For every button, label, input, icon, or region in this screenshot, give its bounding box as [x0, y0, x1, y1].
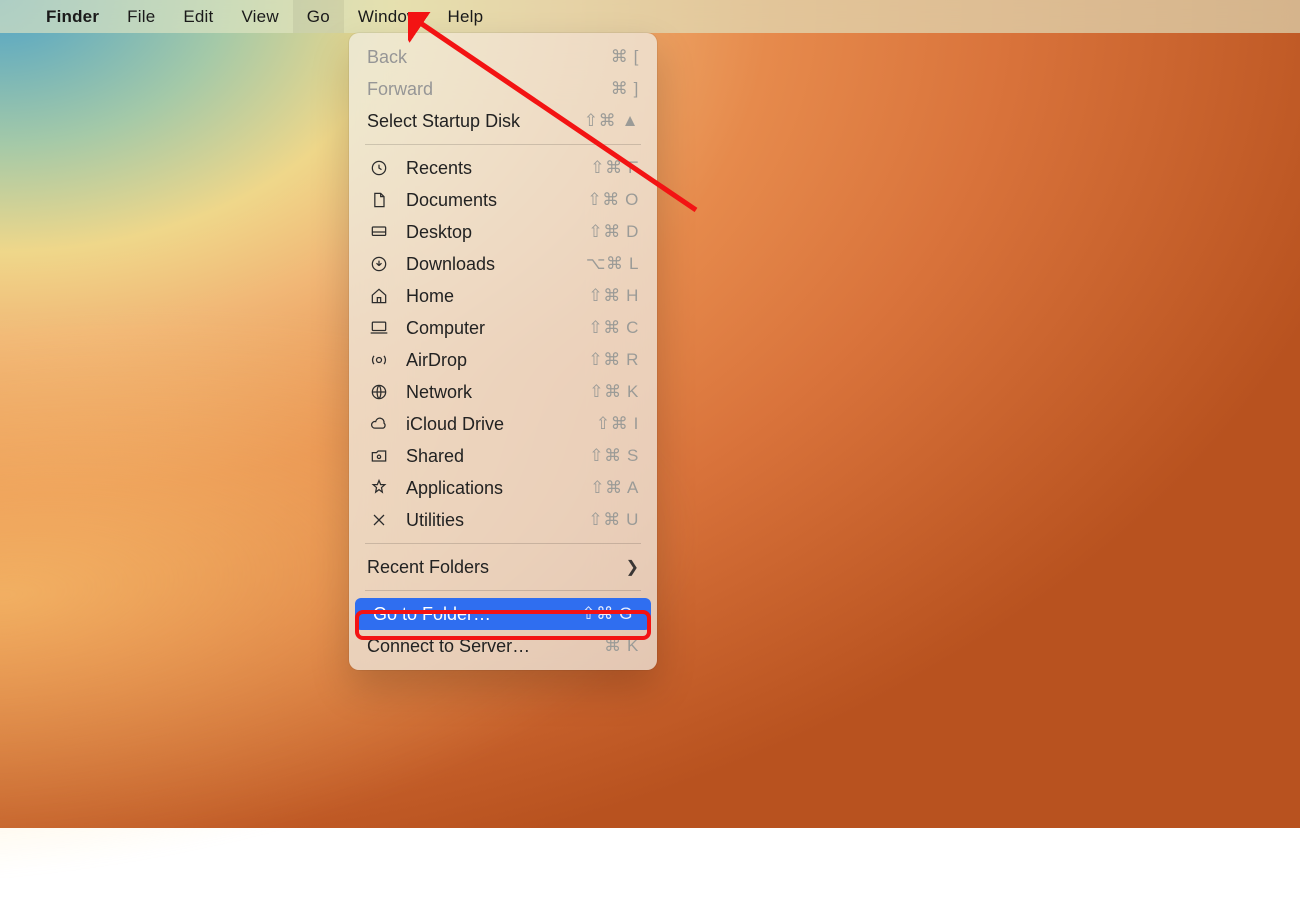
menu-help[interactable]: Help	[434, 0, 498, 33]
menu-item-connect-to-server[interactable]: Connect to Server… ⌘ K	[349, 630, 657, 662]
menu-item-forward: Forward ⌘ ]	[349, 73, 657, 105]
menu-item-documents[interactable]: Documents ⇧⌘ O	[349, 184, 657, 216]
utilities-icon	[367, 510, 391, 530]
menu-item-applications[interactable]: Applications ⇧⌘ A	[349, 472, 657, 504]
clock-icon	[367, 158, 391, 178]
document-icon	[367, 190, 391, 210]
cloud-icon	[367, 414, 391, 434]
desktop-icon	[367, 222, 391, 242]
menu-separator	[365, 543, 641, 544]
menu-item-network[interactable]: Network ⇧⌘ K	[349, 376, 657, 408]
menu-window[interactable]: Window	[344, 0, 434, 33]
menu-item-back: Back ⌘ [	[349, 41, 657, 73]
menu-view[interactable]: View	[227, 0, 292, 33]
go-menu-dropdown: Back ⌘ [ Forward ⌘ ] Select Startup Disk…	[349, 33, 657, 670]
download-icon	[367, 254, 391, 274]
shared-folder-icon	[367, 446, 391, 466]
computer-icon	[367, 318, 391, 338]
menu-item-home[interactable]: Home ⇧⌘ H	[349, 280, 657, 312]
menu-separator	[365, 590, 641, 591]
menu-item-airdrop[interactable]: AirDrop ⇧⌘ R	[349, 344, 657, 376]
menu-item-computer[interactable]: Computer ⇧⌘ C	[349, 312, 657, 344]
home-icon	[367, 286, 391, 306]
menu-bar: Finder File Edit View Go Window Help	[0, 0, 1300, 33]
menu-item-desktop[interactable]: Desktop ⇧⌘ D	[349, 216, 657, 248]
menu-edit[interactable]: Edit	[169, 0, 227, 33]
menu-item-shared[interactable]: Shared ⇧⌘ S	[349, 440, 657, 472]
airdrop-icon	[367, 350, 391, 370]
applications-icon	[367, 478, 391, 498]
menu-go[interactable]: Go	[293, 0, 344, 33]
network-icon	[367, 382, 391, 402]
menu-file[interactable]: File	[113, 0, 169, 33]
menu-item-select-startup-disk[interactable]: Select Startup Disk ⇧⌘ ▲	[349, 105, 657, 137]
menu-item-downloads[interactable]: Downloads ⌥⌘ L	[349, 248, 657, 280]
menu-item-utilities[interactable]: Utilities ⇧⌘ U	[349, 504, 657, 536]
menu-item-recent-folders[interactable]: Recent Folders ❯	[349, 551, 657, 583]
menu-app-name[interactable]: Finder	[32, 0, 113, 33]
chevron-right-icon: ❯	[626, 557, 639, 577]
menu-item-icloud-drive[interactable]: iCloud Drive ⇧⌘ I	[349, 408, 657, 440]
menu-item-recents[interactable]: Recents ⇧⌘ F	[349, 152, 657, 184]
menu-item-go-to-folder[interactable]: Go to Folder… ⇧⌘ G	[355, 598, 651, 630]
menu-separator	[365, 144, 641, 145]
